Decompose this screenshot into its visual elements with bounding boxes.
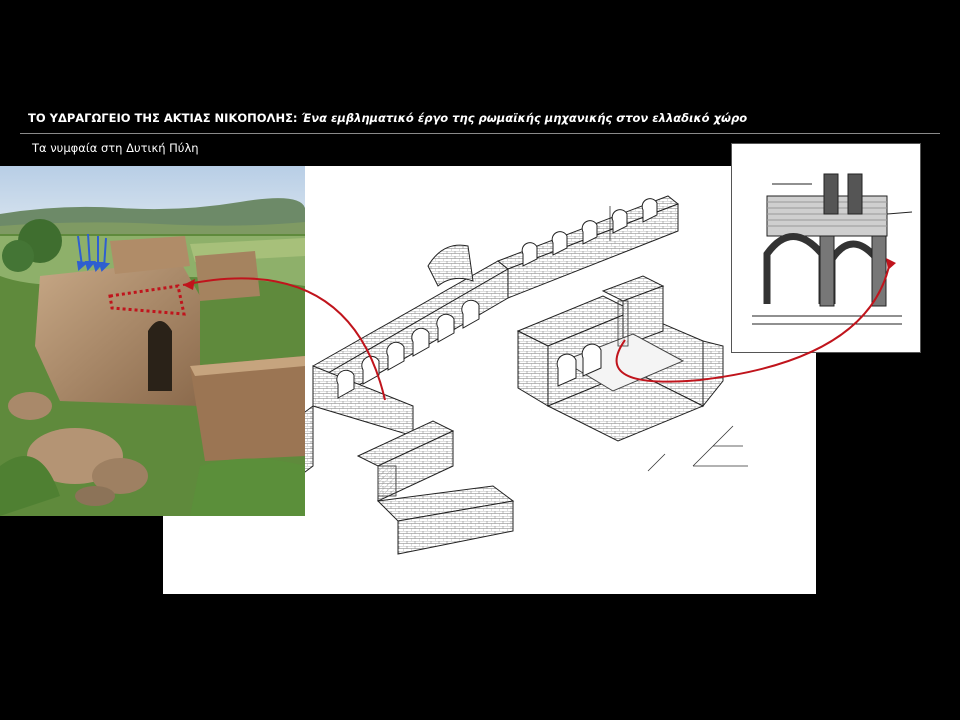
photo-svg — [0, 166, 305, 516]
slide-subtitle: Τα νυμφαία στη Δυτική Πύλη — [32, 141, 199, 155]
section-drawing — [731, 143, 921, 353]
photo-of-ruins — [0, 166, 305, 516]
title-sub: Ένα εμβληματικό έργο της ρωμαϊκής μηχανι… — [297, 111, 748, 125]
title-main: ΤΟ ΥΔΡΑΓΩΓΕΙΟ ΤΗΣ ΑΚΤΙΑΣ ΝΙΚΟΠΟΛΗΣ: — [28, 111, 298, 125]
section-svg — [752, 173, 913, 325]
slide-title: ΤΟ ΥΔΡΑΓΩΓΕΙΟ ΤΗΣ ΑΚΤΙΑΣ ΝΙΚΟΠΟΛΗΣ: Ένα … — [28, 111, 747, 125]
title-divider — [20, 133, 940, 134]
